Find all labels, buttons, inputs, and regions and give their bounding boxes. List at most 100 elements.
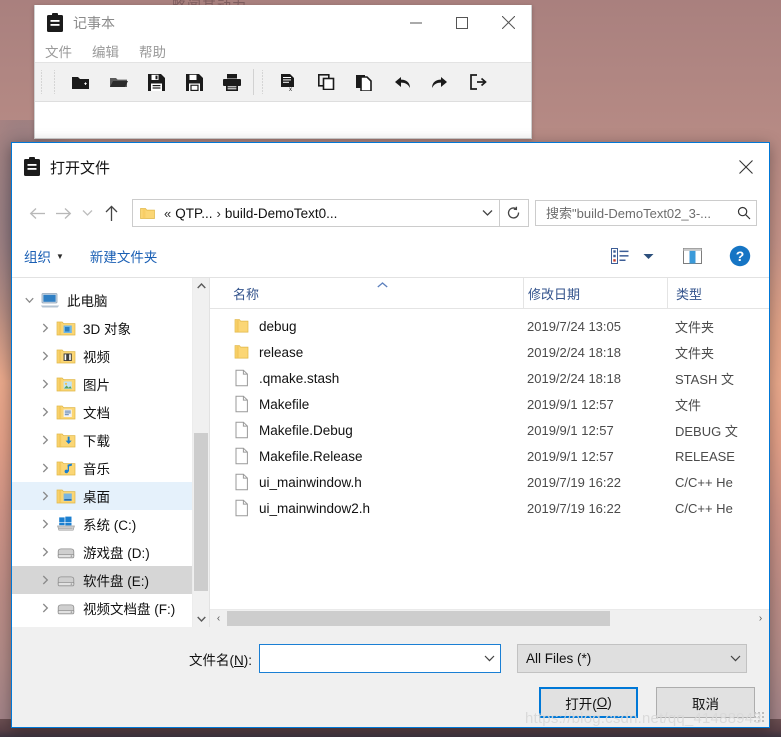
chevron-down-icon	[196, 616, 206, 622]
sidebar-item-11[interactable]: 视频文档盘 (F:)	[12, 594, 209, 622]
folder-downloads-icon	[56, 433, 76, 448]
refresh-button[interactable]	[500, 199, 529, 227]
notepad-text-area[interactable]	[35, 102, 531, 138]
column-header-date[interactable]: 修改日期	[523, 278, 667, 308]
scroll-down-button[interactable]	[193, 611, 209, 627]
file-row[interactable]: debug 2019/7/24 13:05 文件夹	[210, 313, 769, 339]
file-row[interactable]: ui_mainwindow.h 2019/7/19 16:22 C/C++ He	[210, 469, 769, 495]
filename-combobox[interactable]	[259, 644, 501, 673]
twisty-collapsed-icon[interactable]	[34, 323, 56, 333]
open-file-button[interactable]	[99, 67, 137, 97]
file-row[interactable]: ui_mainwindow2.h 2019/7/19 16:22 C/C++ He	[210, 495, 769, 521]
sidebar-item-4[interactable]: 文档	[12, 398, 209, 426]
scroll-up-button[interactable]	[193, 278, 209, 294]
new-folder-label: 新建文件夹	[89, 250, 158, 265]
column-header-name[interactable]: 名称	[210, 278, 523, 308]
sidebar-item-6[interactable]: 音乐	[12, 454, 209, 482]
twisty-collapsed-icon[interactable]	[34, 519, 56, 529]
search-input[interactable]	[544, 204, 737, 222]
twisty-collapsed-icon[interactable]	[34, 379, 56, 389]
new-folder-button[interactable]: 新建文件夹	[90, 246, 158, 266]
filter-dropdown-button[interactable]	[724, 655, 746, 662]
twisty-collapsed-icon[interactable]	[34, 547, 56, 557]
menu-edit[interactable]: 编辑	[92, 41, 119, 61]
hscroll-thumb[interactable]	[227, 611, 611, 626]
sidebar-item-9[interactable]: 游戏盘 (D:)	[12, 538, 209, 566]
file-type: C/C++ He	[675, 500, 733, 516]
notepad-titlebar[interactable]: 记事本	[35, 5, 531, 40]
file-row[interactable]: Makefile.Release 2019/9/1 12:57 RELEASE	[210, 443, 769, 469]
sidebar-item-1[interactable]: 3D 对象	[12, 314, 209, 342]
twisty-collapsed-icon[interactable]	[34, 407, 56, 417]
maximize-button[interactable]	[439, 5, 485, 40]
menu-help[interactable]: 帮助	[139, 41, 166, 61]
toolbar-grip[interactable]	[259, 70, 266, 94]
file-row[interactable]: release 2019/2/24 18:18 文件夹	[210, 339, 769, 365]
navigation-sidebar[interactable]: 此电脑 3D 对象 视频 图片 文档 下载 音乐 桌面 系统 (C:) 游戏盘 (D:) 软件盘 (…	[12, 278, 210, 627]
file-row[interactable]: .qmake.stash 2019/2/24 18:18 STASH 文	[210, 365, 769, 391]
exit-button[interactable]	[459, 67, 497, 97]
close-button[interactable]	[485, 5, 531, 40]
twisty-collapsed-icon[interactable]	[34, 463, 56, 473]
copy-button[interactable]	[307, 67, 345, 97]
redo-button[interactable]	[421, 67, 459, 97]
sidebar-item-0[interactable]: 此电脑	[12, 286, 209, 314]
save-as-button[interactable]	[175, 67, 213, 97]
undo-button[interactable]	[383, 67, 421, 97]
help-button[interactable]: ?	[723, 241, 757, 271]
hscroll-right-button[interactable]: ›	[752, 613, 769, 624]
view-mode-button[interactable]	[603, 241, 637, 271]
sidebar-item-7[interactable]: 桌面	[12, 482, 209, 510]
new-file-button[interactable]	[61, 67, 99, 97]
toolbar-grip[interactable]	[38, 70, 45, 94]
column-header-type[interactable]: 类型	[667, 278, 769, 308]
toolbar-grip[interactable]	[51, 70, 58, 94]
sidebar-scroll-thumb[interactable]	[194, 433, 208, 591]
forward-button[interactable]	[50, 200, 76, 226]
file-row[interactable]: Makefile 2019/9/1 12:57 文件	[210, 391, 769, 417]
filename-dropdown-button[interactable]	[478, 655, 500, 662]
dialog-titlebar[interactable]: 打开文件	[12, 143, 769, 191]
sidebar-item-5[interactable]: 下载	[12, 426, 209, 454]
address-bar[interactable]: « QTP... › build-DemoText0...	[132, 199, 500, 227]
notepad-window[interactable]: 记事本 文件 编辑 帮助 x	[34, 5, 532, 139]
breadcrumb-item-1[interactable]: build-DemoText0...	[225, 206, 338, 221]
file-type-filter-combobox[interactable]: All Files (*)	[517, 644, 747, 673]
open-file-dialog[interactable]: 打开文件 « QTP... › build-DemoText0... 搜索"bu…	[11, 142, 770, 728]
hscroll-track[interactable]	[227, 610, 752, 627]
hscroll-left-button[interactable]: ‹	[210, 613, 227, 624]
twisty-collapsed-icon[interactable]	[34, 603, 56, 613]
up-button[interactable]	[98, 200, 124, 226]
cut-button[interactable]: x	[269, 67, 307, 97]
sidebar-item-3[interactable]: 图片	[12, 370, 209, 398]
print-button[interactable]	[213, 67, 251, 97]
filename-input[interactable]	[260, 646, 478, 671]
back-button[interactable]	[24, 200, 50, 226]
menu-file[interactable]: 文件	[45, 41, 72, 61]
sidebar-item-8[interactable]: 系统 (C:)	[12, 510, 209, 538]
organize-button[interactable]: 组织 ▼	[24, 246, 64, 266]
search-box[interactable]	[535, 200, 757, 226]
folder-video-icon	[56, 347, 83, 365]
save-button[interactable]	[137, 67, 175, 97]
paste-button[interactable]	[345, 67, 383, 97]
twisty-collapsed-icon[interactable]	[34, 351, 56, 361]
address-dropdown-button[interactable]	[475, 201, 499, 225]
sidebar-item-2[interactable]: 视频	[12, 342, 209, 370]
twisty-expanded-icon[interactable]	[18, 297, 40, 304]
minimize-button[interactable]	[393, 5, 439, 40]
sidebar-scrollbar[interactable]	[192, 278, 209, 627]
file-row[interactable]: Makefile.Debug 2019/9/1 12:57 DEBUG 文	[210, 417, 769, 443]
twisty-collapsed-icon[interactable]	[34, 491, 56, 501]
dialog-close-button[interactable]	[723, 143, 769, 191]
twisty-collapsed-icon[interactable]	[34, 575, 56, 585]
recent-locations-button[interactable]	[76, 200, 98, 226]
breadcrumb-item-0[interactable]: QTP...	[175, 206, 212, 221]
filename-label: 文件名(N):	[12, 649, 259, 669]
sidebar-item-10[interactable]: 软件盘 (E:)	[12, 566, 209, 594]
preview-pane-button[interactable]	[675, 241, 709, 271]
twisty-collapsed-icon[interactable]	[34, 435, 56, 445]
file-list-pane[interactable]: 名称 修改日期 类型 debug 2019/7/24 13:05 文件夹 releas…	[210, 278, 769, 627]
view-mode-dropdown[interactable]	[637, 241, 659, 271]
file-list-hscrollbar[interactable]: ‹ ›	[210, 609, 769, 627]
